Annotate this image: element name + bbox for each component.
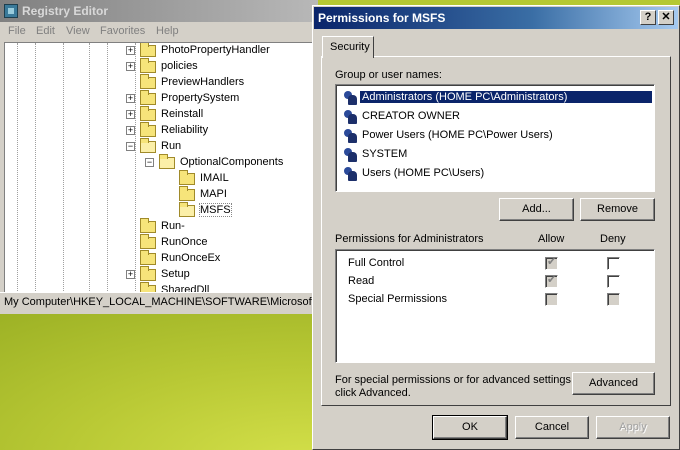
folder-open-icon xyxy=(140,138,156,153)
perm-read: Read xyxy=(348,275,375,287)
advanced-button[interactable]: Advanced xyxy=(572,372,655,395)
registry-title: Registry Editor xyxy=(22,4,109,18)
folder-icon xyxy=(140,74,156,89)
permissions-list: Full Control ✔ Read ✔ Special Permission… xyxy=(335,249,655,363)
special-deny-checkbox[interactable] xyxy=(607,293,620,306)
folder-icon xyxy=(140,282,156,292)
allow-header: Allow xyxy=(538,233,565,245)
expand-icon[interactable]: + xyxy=(126,62,135,71)
user-list[interactable]: Administrators (HOME PC\Administrators) … xyxy=(335,84,655,192)
registry-tree[interactable]: + PhotoPropertyHandler + policies Previe… xyxy=(4,42,318,292)
user-group-icon xyxy=(342,166,358,182)
group-label: Group or user names: xyxy=(335,69,442,81)
folder-icon xyxy=(140,43,156,57)
perm-special: Special Permissions xyxy=(348,293,448,305)
registry-editor-window: Registry Editor File Edit View Favorites… xyxy=(0,0,331,314)
registry-app-icon xyxy=(4,4,18,18)
perm-full-control: Full Control xyxy=(348,257,405,269)
add-button[interactable]: Add... xyxy=(499,198,574,221)
full-control-deny-checkbox[interactable] xyxy=(607,257,620,270)
expand-icon[interactable]: + xyxy=(126,126,135,135)
folder-icon xyxy=(140,122,156,137)
full-control-allow-checkbox[interactable]: ✔ xyxy=(545,256,558,270)
folder-open-icon xyxy=(159,154,175,169)
ok-button[interactable]: OK xyxy=(432,415,508,440)
dialog-title-bar[interactable]: Permissions for MSFS ? ✕ xyxy=(314,7,678,29)
dialog-title: Permissions for MSFS xyxy=(318,11,446,25)
registry-menu-bar: File Edit View Favorites Help xyxy=(0,22,318,41)
read-deny-checkbox[interactable] xyxy=(607,275,620,288)
folder-icon xyxy=(179,186,195,201)
folder-open-icon xyxy=(179,202,195,217)
list-item[interactable]: CREATOR OWNER xyxy=(340,108,654,126)
menu-help[interactable]: Help xyxy=(156,25,179,37)
user-group-icon xyxy=(342,128,358,144)
remove-button[interactable]: Remove xyxy=(580,198,655,221)
folder-icon xyxy=(140,58,156,73)
registry-title-bar[interactable]: Registry Editor xyxy=(0,0,318,22)
advanced-text-line2: click Advanced. xyxy=(335,387,411,399)
folder-icon xyxy=(140,218,156,233)
user-group-icon xyxy=(342,109,358,125)
read-allow-checkbox[interactable]: ✔ xyxy=(545,274,558,288)
folder-icon xyxy=(140,266,156,281)
advanced-text-line1: For special permissions or for advanced … xyxy=(335,374,575,386)
permissions-header: Permissions for Administrators xyxy=(335,233,484,245)
collapse-icon[interactable]: − xyxy=(145,158,154,167)
user-group-icon xyxy=(342,90,358,106)
menu-file[interactable]: File xyxy=(8,25,26,37)
registry-status-bar: My Computer\HKEY_LOCAL_MACHINE\SOFTWARE\… xyxy=(0,292,331,312)
menu-favorites[interactable]: Favorites xyxy=(100,25,145,37)
menu-edit[interactable]: Edit xyxy=(36,25,55,37)
registry-path: My Computer\HKEY_LOCAL_MACHINE\SOFTWARE\… xyxy=(4,296,331,308)
expand-icon[interactable]: + xyxy=(126,270,135,279)
folder-icon xyxy=(140,90,156,105)
list-item[interactable]: SYSTEM xyxy=(340,146,654,164)
list-item[interactable]: Administrators (HOME PC\Administrators) xyxy=(340,89,654,107)
list-item[interactable]: Power Users (HOME PC\Power Users) xyxy=(340,127,654,145)
expand-icon[interactable]: + xyxy=(126,94,135,103)
folder-icon xyxy=(140,234,156,249)
collapse-icon[interactable]: − xyxy=(126,142,135,151)
folder-icon xyxy=(140,106,156,121)
apply-button[interactable]: Apply xyxy=(596,416,670,439)
close-button[interactable]: ✕ xyxy=(658,10,674,25)
expand-icon[interactable]: + xyxy=(126,46,135,55)
special-allow-checkbox[interactable] xyxy=(545,293,558,306)
tab-security[interactable]: Security xyxy=(322,36,374,58)
folder-icon xyxy=(140,250,156,265)
permissions-dialog: Permissions for MSFS ? ✕ Security Group … xyxy=(312,5,680,450)
cancel-button[interactable]: Cancel xyxy=(515,416,589,439)
folder-icon xyxy=(179,170,195,185)
menu-view[interactable]: View xyxy=(66,25,90,37)
list-item[interactable]: Users (HOME PC\Users) xyxy=(340,165,654,183)
help-button[interactable]: ? xyxy=(640,10,656,25)
expand-icon[interactable]: + xyxy=(126,110,135,119)
user-group-icon xyxy=(342,147,358,163)
deny-header: Deny xyxy=(600,233,626,245)
